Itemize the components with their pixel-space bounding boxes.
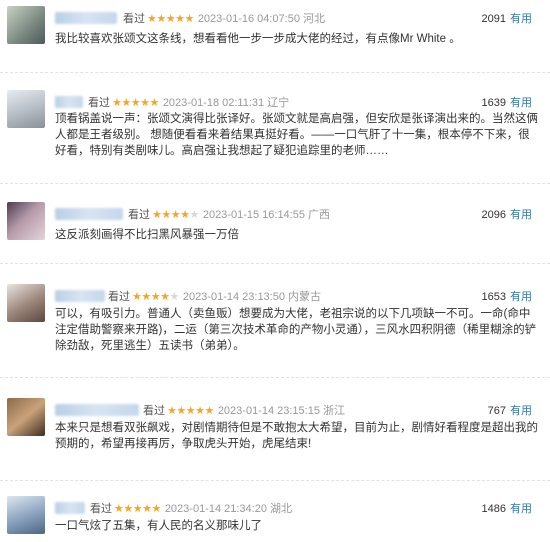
avatar[interactable] xyxy=(7,398,45,436)
vote-area: 1639 有用 xyxy=(482,94,532,110)
review-time: 2023-01-18 02:11:31 xyxy=(162,97,265,109)
username[interactable] xyxy=(55,96,83,108)
rating-stars: ★★★★★ xyxy=(112,97,159,109)
rating-stars: ★★★★★ xyxy=(132,291,179,303)
divider xyxy=(0,263,550,264)
vote-area: 2091 有用 xyxy=(482,10,532,26)
rating-stars: ★★★★★ xyxy=(167,405,214,417)
review-time: 2023-01-15 16:14:55 xyxy=(202,209,305,221)
vote-area: 1486 有用 xyxy=(482,500,532,516)
review-location: 河北 xyxy=(303,13,326,25)
review-item: 看过 ★★★★★ 2023-01-14 23:13:50 内蒙古 1653 有用 可以… xyxy=(0,284,550,354)
review-content: 一口气炫了五集，有人民的名义那味儿了 xyxy=(55,520,262,532)
review-item: 看过 ★★★★★ 2023-01-15 16:14:55 广西 2096 有用 这反派… xyxy=(0,202,550,247)
vote-count: 1486 xyxy=(481,503,506,515)
useful-button[interactable]: 有用 xyxy=(510,291,532,303)
rating-stars: ★★★★★ xyxy=(152,209,199,221)
vote-area: 767 有用 xyxy=(488,402,532,418)
watch-status: 看过 xyxy=(143,405,165,417)
divider xyxy=(0,377,550,378)
review-location: 内蒙古 xyxy=(288,291,322,303)
rating-stars: ★★★★★ xyxy=(147,13,194,25)
review-time: 2023-01-16 04:07:50 xyxy=(197,13,300,25)
username[interactable] xyxy=(55,208,123,220)
useful-button[interactable]: 有用 xyxy=(510,209,532,221)
divider xyxy=(0,183,550,184)
review-content: 我比较喜欢张颂文这条线，想看看他一步一步成大佬的经过，有点像Mr White 。 xyxy=(55,33,461,45)
rating-stars: ★★★★★ xyxy=(114,503,161,515)
review-content: 可以，有吸引力。普通人（卖鱼贩）想要成为大佬，老祖宗说的以下几项缺一不可。一命(… xyxy=(55,308,537,352)
vote-area: 2096 有用 xyxy=(482,206,532,222)
review-time: 2023-01-14 21:34:20 xyxy=(164,503,267,515)
username[interactable] xyxy=(55,12,117,24)
avatar[interactable] xyxy=(7,6,45,44)
divider xyxy=(0,72,550,73)
vote-area: 1653 有用 xyxy=(482,288,532,304)
review-location: 广西 xyxy=(308,209,331,221)
watch-status: 看过 xyxy=(88,97,110,109)
review-item: 看过 ★★★★★ 2023-01-18 02:11:31 辽宁 1639 有用 顶看锅… xyxy=(0,90,550,160)
avatar[interactable] xyxy=(7,284,45,322)
divider xyxy=(0,480,550,481)
review-meta: 看过 ★★★★★ 2023-01-14 21:34:20 湖北 xyxy=(90,500,292,516)
watch-status: 看过 xyxy=(128,209,150,221)
review-time: 2023-01-14 23:15:15 xyxy=(217,405,320,417)
watch-status: 看过 xyxy=(123,13,145,25)
vote-count: 2091 xyxy=(481,13,506,25)
useful-button[interactable]: 有用 xyxy=(510,13,532,25)
vote-count: 1653 xyxy=(481,291,506,303)
avatar[interactable] xyxy=(7,202,45,240)
watch-status: 看过 xyxy=(108,291,130,303)
avatar[interactable] xyxy=(7,90,45,128)
review-time: 2023-01-14 23:13:50 xyxy=(182,291,285,303)
username[interactable] xyxy=(55,290,105,302)
review-meta: 看过 ★★★★★ 2023-01-14 23:15:15 浙江 xyxy=(143,402,345,418)
review-item: 看过 ★★★★★ 2023-01-16 04:07:50 河北 2091 有用 我比较… xyxy=(0,6,550,66)
review-location: 浙江 xyxy=(323,405,346,417)
username[interactable] xyxy=(55,502,85,514)
vote-count: 2096 xyxy=(481,209,506,221)
username[interactable] xyxy=(55,404,139,416)
useful-button[interactable]: 有用 xyxy=(510,503,532,515)
review-meta: 看过 ★★★★★ 2023-01-14 23:13:50 内蒙古 xyxy=(108,288,321,304)
review-location: 湖北 xyxy=(270,503,293,515)
avatar[interactable] xyxy=(7,496,45,534)
useful-button[interactable]: 有用 xyxy=(510,97,532,109)
useful-button[interactable]: 有用 xyxy=(510,405,532,417)
review-item: 看过 ★★★★★ 2023-01-14 21:34:20 湖北 1486 有用 一口气… xyxy=(0,496,550,542)
review-item: 看过 ★★★★★ 2023-01-14 23:15:15 浙江 767 有用 本来只是… xyxy=(0,398,550,458)
review-content: 顶看锅盖说一声：张颂文演得比张译好。张颂文就是高启强，但安欣是张译演出来的。当然… xyxy=(55,113,538,157)
review-content: 这反派刻画得不比扫黑风暴强一万倍 xyxy=(55,229,239,241)
vote-count: 1639 xyxy=(481,97,506,109)
review-content: 本来只是想看双张飙戏，对剧情期待但是不敢抱太大希望，目前为止，剧情好看程度是超出… xyxy=(55,422,538,450)
watch-status: 看过 xyxy=(90,503,112,515)
review-meta: 看过 ★★★★★ 2023-01-16 04:07:50 河北 xyxy=(123,10,325,26)
review-meta: 看过 ★★★★★ 2023-01-15 16:14:55 广西 xyxy=(128,206,330,222)
review-meta: 看过 ★★★★★ 2023-01-18 02:11:31 辽宁 xyxy=(88,94,289,110)
vote-count: 767 xyxy=(487,405,506,417)
review-location: 辽宁 xyxy=(267,97,290,109)
